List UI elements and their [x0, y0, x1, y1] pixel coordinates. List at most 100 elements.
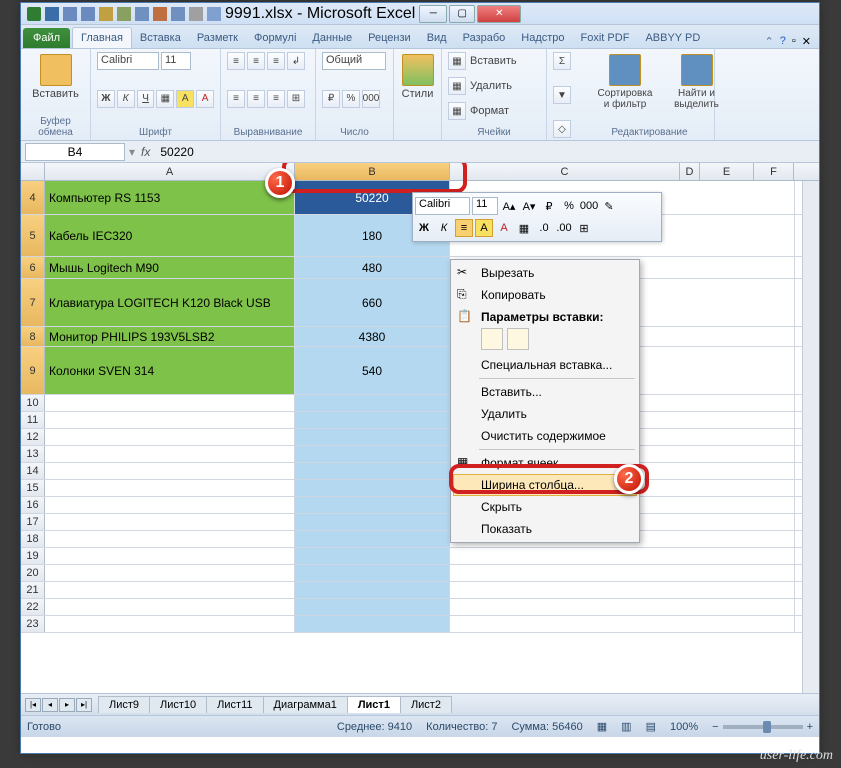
merge-icon[interactable]: ⊞ — [575, 219, 593, 237]
italic-button[interactable]: К — [117, 90, 135, 108]
clear-button[interactable]: ◇ — [553, 120, 571, 138]
cell-b[interactable] — [295, 497, 450, 513]
inc-decimal-icon[interactable]: .00 — [555, 219, 573, 237]
cell-a[interactable]: Клавиатура LOGITECH K120 Black USB — [45, 279, 295, 326]
merge-button[interactable]: ⊞ — [287, 90, 305, 108]
vertical-scrollbar[interactable] — [802, 181, 819, 693]
view-normal-icon[interactable]: ▦ — [597, 720, 607, 733]
col-header-d[interactable]: D — [680, 163, 700, 180]
sheet-tab[interactable]: Лист10 — [149, 696, 207, 713]
row-header[interactable]: 20 — [21, 565, 45, 581]
zoom-out-button[interactable]: − — [712, 721, 718, 733]
minimize-button[interactable]: ─ — [419, 5, 447, 23]
cell-b[interactable] — [295, 582, 450, 598]
cell-a[interactable] — [45, 463, 295, 479]
cell-b[interactable] — [295, 514, 450, 530]
cell-b[interactable] — [295, 616, 450, 632]
cell-a[interactable] — [45, 412, 295, 428]
view-break-icon[interactable]: ▤ — [646, 720, 656, 733]
cell-a[interactable] — [45, 616, 295, 632]
cell-b[interactable] — [295, 531, 450, 547]
fill-button[interactable]: ▼ — [553, 86, 571, 104]
cell-b[interactable]: 4380 — [295, 327, 450, 346]
align-right-button[interactable]: ≡ — [267, 90, 285, 108]
dec-decimal-icon[interactable]: .0 — [535, 219, 553, 237]
row-header[interactable]: 9 — [21, 347, 45, 394]
cell-a[interactable] — [45, 446, 295, 462]
wrap-button[interactable]: ↲ — [287, 52, 305, 70]
align-left-button[interactable]: ≡ — [227, 90, 245, 108]
fill-color-button[interactable]: A — [176, 90, 194, 108]
sheet-tab[interactable]: Лист11 — [206, 696, 263, 713]
window-close-icon[interactable]: ✕ — [802, 35, 811, 48]
row-header[interactable]: 18 — [21, 531, 45, 547]
cell-a[interactable] — [45, 531, 295, 547]
sheet-nav-first[interactable]: |◂ — [25, 698, 41, 712]
cell-empty[interactable] — [450, 565, 795, 581]
row-header[interactable]: 13 — [21, 446, 45, 462]
align-bot-button[interactable]: ≡ — [267, 52, 285, 70]
close-button[interactable]: ✕ — [477, 5, 521, 23]
cell-a[interactable] — [45, 514, 295, 530]
zoom-in-button[interactable]: + — [807, 721, 813, 733]
tab-addins[interactable]: Надстро — [513, 28, 572, 48]
redo-icon[interactable] — [81, 7, 95, 21]
paste-opt-1[interactable] — [481, 328, 503, 350]
row-header[interactable]: 4 — [21, 181, 45, 214]
paste-button[interactable]: Вставить — [27, 52, 84, 102]
sheet-tab[interactable]: Диаграмма1 — [263, 696, 348, 713]
paste-opt-2[interactable] — [507, 328, 529, 350]
row-header[interactable]: 16 — [21, 497, 45, 513]
cell-b[interactable]: 540 — [295, 347, 450, 394]
col-header-e[interactable]: E — [700, 163, 754, 180]
underline-button[interactable]: Ч — [137, 90, 155, 108]
font-name-select[interactable]: Calibri — [97, 52, 159, 70]
italic-icon[interactable]: К — [435, 219, 453, 237]
cell-a[interactable] — [45, 565, 295, 581]
save-icon[interactable] — [45, 7, 59, 21]
tab-file[interactable]: Файл — [23, 28, 70, 48]
sort-filter-button[interactable]: Сортировка и фильтр — [591, 52, 659, 112]
comma-button[interactable]: 000 — [362, 90, 380, 108]
row-header[interactable]: 22 — [21, 599, 45, 615]
cell-b[interactable] — [295, 429, 450, 445]
cell-a[interactable] — [45, 599, 295, 615]
row-header[interactable]: 8 — [21, 327, 45, 346]
tab-formulas[interactable]: Формулі — [246, 28, 304, 48]
cell-a[interactable] — [45, 548, 295, 564]
ctx-delete[interactable]: Удалить — [453, 403, 637, 425]
name-box[interactable]: B4 — [25, 143, 125, 161]
ctx-copy[interactable]: ⎘Копировать — [453, 284, 637, 306]
autosum-button[interactable]: Σ — [553, 52, 571, 70]
row-header[interactable]: 5 — [21, 215, 45, 256]
percent-icon[interactable]: % — [560, 197, 578, 215]
shrink-font-icon[interactable]: A▾ — [520, 197, 538, 215]
qat-icon[interactable] — [207, 7, 221, 21]
row-header[interactable]: 17 — [21, 514, 45, 530]
cell-a[interactable] — [45, 429, 295, 445]
cell-empty[interactable] — [450, 548, 795, 564]
sheet-nav-last[interactable]: ▸| — [76, 698, 92, 712]
fx-icon[interactable]: fx — [135, 145, 156, 159]
ctx-insert[interactable]: Вставить... — [453, 381, 637, 403]
font-color-icon[interactable]: A — [495, 219, 513, 237]
percent-button[interactable]: % — [342, 90, 360, 108]
row-header[interactable]: 23 — [21, 616, 45, 632]
sheet-nav-prev[interactable]: ◂ — [42, 698, 58, 712]
delete-cells-button[interactable]: Удалить — [470, 80, 512, 92]
row-header[interactable]: 14 — [21, 463, 45, 479]
maximize-button[interactable]: ▢ — [449, 5, 475, 23]
cell-b[interactable] — [295, 599, 450, 615]
row-header[interactable]: 10 — [21, 395, 45, 411]
cell-b[interactable] — [295, 565, 450, 581]
cell-a[interactable] — [45, 582, 295, 598]
qat-icon[interactable] — [135, 7, 149, 21]
cell-b[interactable] — [295, 463, 450, 479]
currency-icon[interactable]: ₽ — [540, 197, 558, 215]
cell-empty[interactable] — [450, 582, 795, 598]
row-header[interactable]: 12 — [21, 429, 45, 445]
row-header[interactable]: 21 — [21, 582, 45, 598]
ctx-format-cells[interactable]: ▦Формат ячеек... — [453, 452, 637, 474]
col-header-f[interactable]: F — [754, 163, 794, 180]
formula-input[interactable]: 50220 — [156, 145, 819, 159]
